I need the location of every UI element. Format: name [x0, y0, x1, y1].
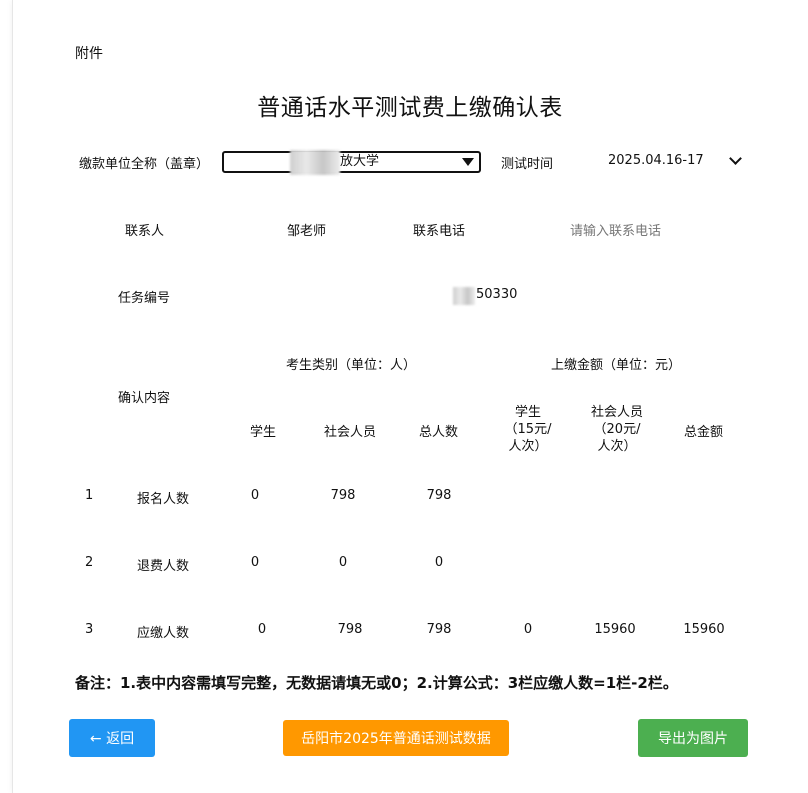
row-name: 退费人数 [137, 559, 190, 574]
confirm-label: 确认内容 [118, 391, 171, 406]
col-total-header: 总人数 [419, 425, 459, 440]
cell-total: 0 [434, 555, 444, 570]
col-social-fee-header: 社会人员（20元/人次） [590, 405, 643, 454]
note-text: 备注：1.表中内容需填写完整，无数据请填无或0；2.计算公式：3栏应缴人数=1栏… [75, 674, 678, 692]
test-data-button[interactable]: 岳阳市2025年普通话测试数据 [283, 720, 509, 756]
group-candidates-header: 考生类别（单位：人） [286, 358, 417, 373]
contact-value[interactable]: 邹老师 [287, 220, 326, 239]
attachment-label: 附件 [75, 46, 103, 62]
payer-label: 缴款单位全称（盖章） [79, 157, 210, 172]
cell-student[interactable]: 0 [235, 555, 275, 570]
cell-social[interactable]: 0 [323, 555, 363, 570]
cell-total: 798 [426, 622, 452, 637]
col-social-header: 社会人员 [324, 425, 377, 440]
payer-select[interactable]: 放大学 [222, 150, 481, 175]
export-image-button[interactable]: 导出为图片 [638, 719, 748, 757]
cell-student[interactable]: 0 [235, 488, 275, 503]
group-amount-header: 上缴金额（单位：元） [551, 358, 682, 373]
cell-total: 798 [426, 488, 452, 503]
col-total-amount-header: 总金额 [684, 425, 724, 440]
test-time-value: 2025.04.16-17 [608, 153, 704, 168]
phone-label: 联系电话 [413, 224, 466, 239]
task-label: 任务编号 [118, 291, 171, 306]
redacted-blur [453, 287, 475, 305]
payer-selected-value: 放大学 [340, 154, 380, 169]
cell-social-fee: 15960 [594, 622, 636, 637]
test-time-select[interactable]: 2025.04.16-17 [600, 150, 745, 172]
test-time-label: 测试时间 [501, 157, 554, 172]
col-student-fee-header: 学生（15元/人次） [504, 405, 552, 454]
redacted-blur [290, 150, 340, 175]
cell-student-fee: 0 [523, 622, 533, 637]
phone-input[interactable]: 请输入联系电话 [570, 220, 661, 239]
chevron-down-icon [729, 152, 742, 165]
row-name: 应缴人数 [137, 626, 190, 641]
task-value[interactable]: 50330 [476, 287, 517, 302]
cell-social: 798 [337, 622, 363, 637]
col-student-header: 学生 [250, 425, 277, 440]
dropdown-arrow-icon [462, 158, 474, 166]
contact-label: 联系人 [125, 224, 165, 239]
cell-social[interactable]: 798 [323, 488, 363, 503]
row-number: 1 [85, 488, 94, 503]
back-button[interactable]: ← 返回 [69, 719, 155, 757]
cell-total-amount: 15960 [683, 622, 725, 637]
page-title: 普通话水平测试费上缴确认表 [257, 95, 563, 121]
row-name: 报名人数 [137, 492, 190, 507]
row-number: 2 [85, 555, 94, 570]
cell-student: 0 [257, 622, 267, 637]
row-number: 3 [85, 622, 94, 637]
